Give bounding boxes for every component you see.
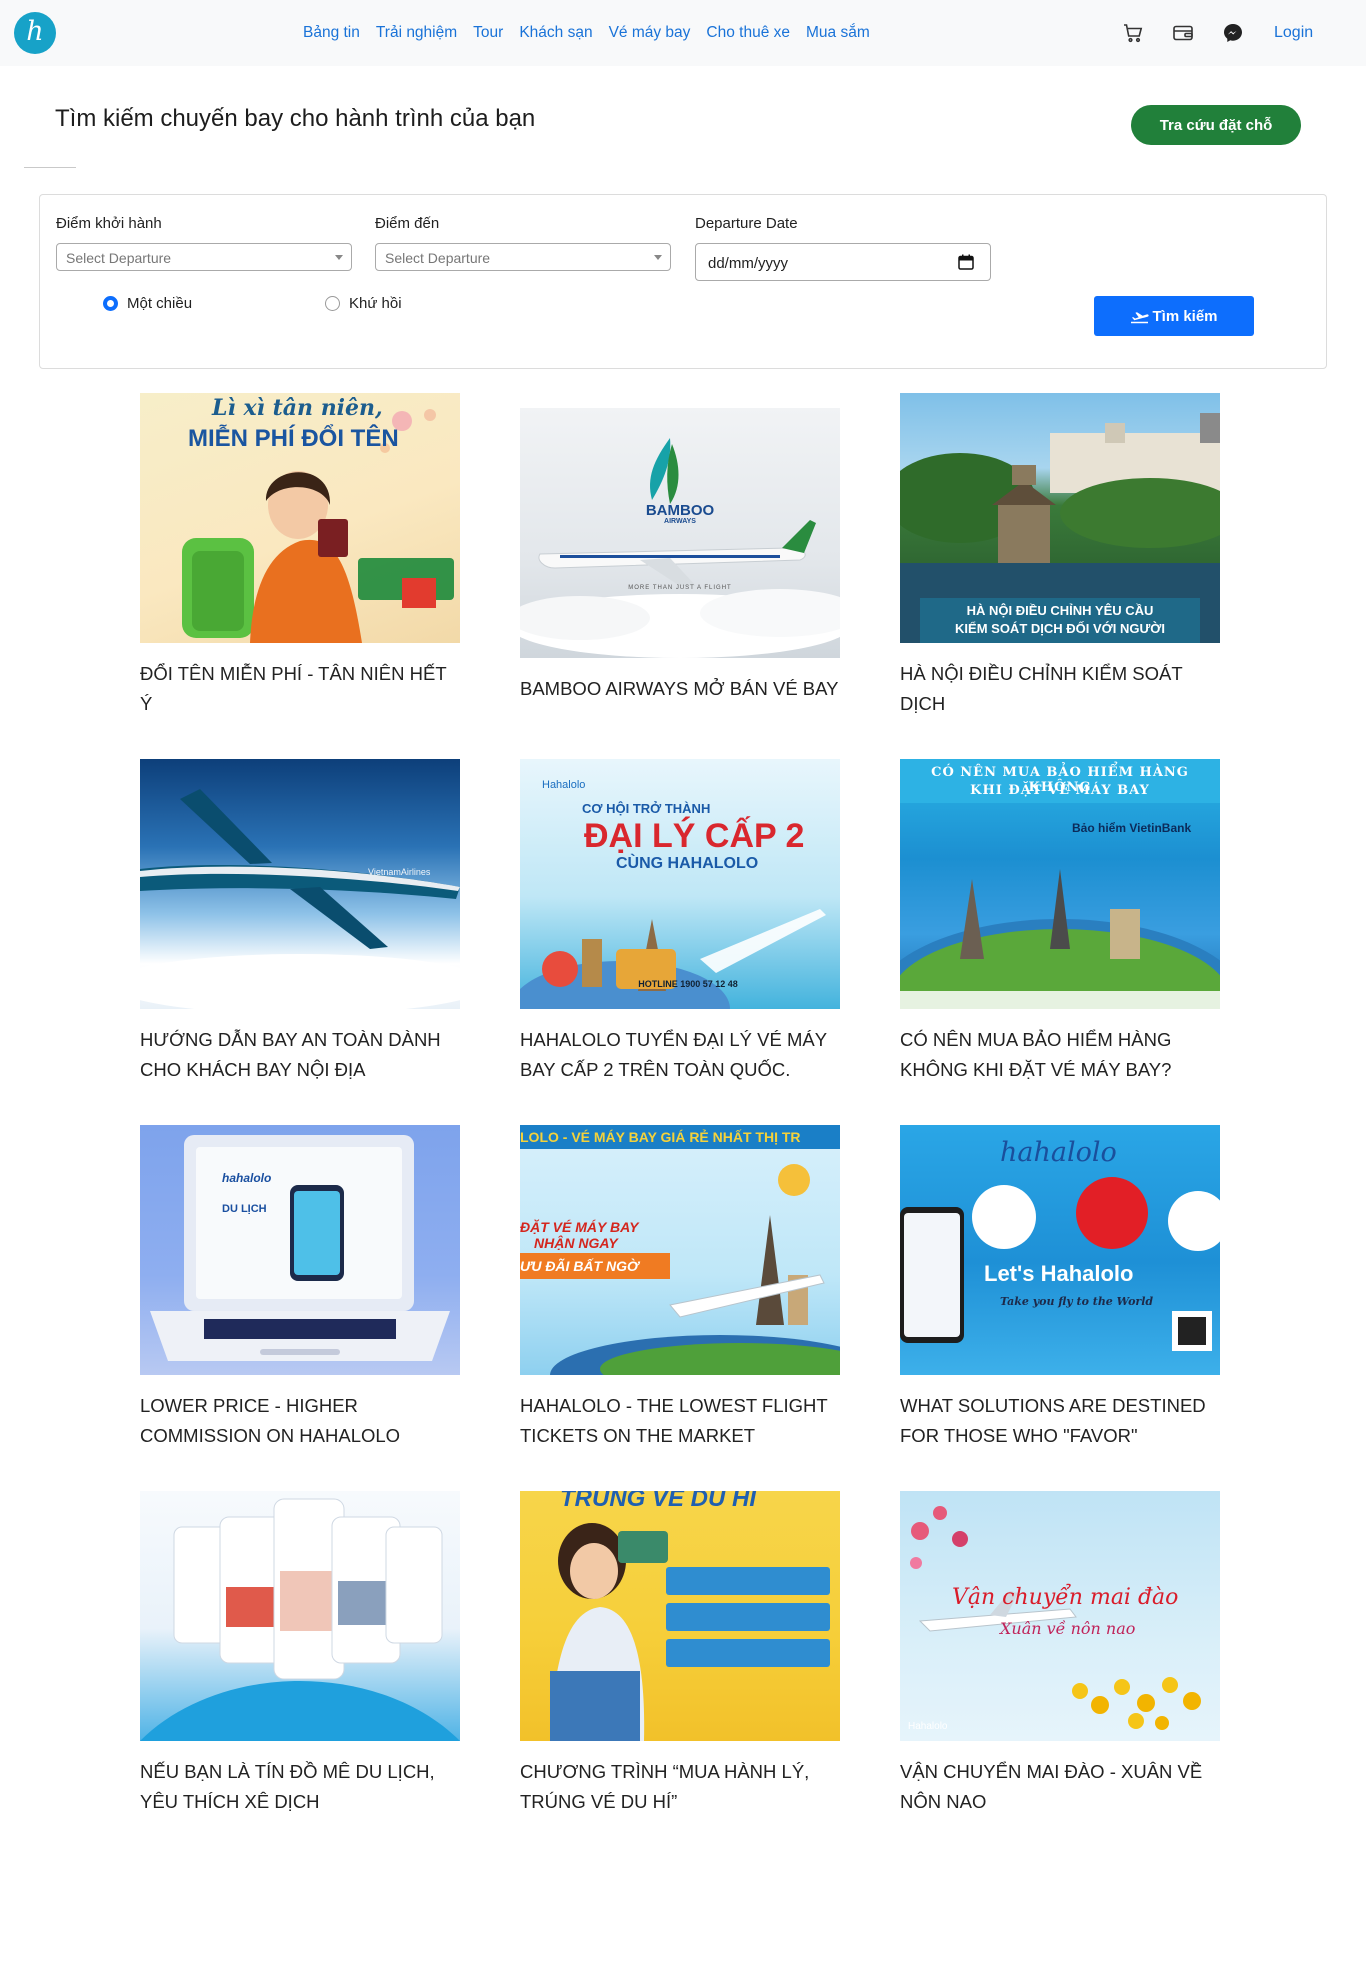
blossom-airplane-illustration [910,1506,1201,1730]
bamboo-airplane-illustration [520,438,840,658]
banner-subheading: MIỄN PHÍ ĐỔI TÊN [188,425,399,452]
article-image[interactable]: TRÚNG VÉ DU HÍ [520,1491,840,1741]
article-image[interactable]: Vận chuyển mai đào Xuân về nôn nao Hahal… [900,1491,1220,1741]
laptop-app-illustration [150,1135,450,1361]
vietnam-airlines-plane-illustration [140,789,460,1009]
banner-brand: Hahalolo [908,1721,948,1732]
flight-search-form: Điểm khởi hành Select Departure Điểm đến… [39,194,1327,369]
search-button-label: Tìm kiếm [1152,307,1218,325]
radio-dot[interactable] [325,296,340,311]
round-trip-label: Khứ hồi [349,295,402,312]
banner-brand: BAMBOO [645,502,715,519]
article-title[interactable]: HÀ NỘI ĐIỀU CHỈNH KIỂM SOÁT DỊCH [900,659,1220,719]
banner-brand: hahalolo [222,1171,272,1185]
article-image[interactable]: VietnamAirlines [140,759,460,1009]
cart-icon[interactable] [1121,21,1145,45]
travel-globe-illustration [520,909,826,1009]
article-image[interactable]: HÀ NỘI ĐIỀU CHỈNH YÊU CẦU KIỂM SOÁT DỊCH… [900,393,1220,643]
hahalolo-logo[interactable]: h [14,12,56,54]
article-title[interactable]: HAHALOLO TUYỂN ĐẠI LÝ VÉ MÁY BAY CẤP 2 T… [520,1025,840,1085]
article-image[interactable]: LOLO - VÉ MÁY BAY GIÁ RẺ NHẤT THỊ TR ĐẶT… [520,1125,840,1375]
article-title[interactable]: LOWER PRICE - HIGHER COMMISSION ON HAHAL… [140,1391,460,1451]
arrival-select[interactable]: Select Departure [375,243,671,271]
banner-brand-sub: AIRWAYS [664,518,696,525]
page-title: Tìm kiếm chuyến bay cho hành trình của b… [55,105,536,132]
banner-line-1: CƠ HỘI TRỞ THÀNH [582,801,711,816]
calendar-icon[interactable] [958,254,974,270]
article-title[interactable]: CHƯƠNG TRÌNH “MUA HÀNH LÝ, TRÚNG VÉ DU H… [520,1757,840,1817]
banner-headline: ĐẠI LÝ CẤP 2 [584,817,805,855]
departure-date-label: Departure Date [695,215,798,232]
banner-insurer: Bảo hiểm VietinBank [1072,821,1192,835]
nav-link-shopping[interactable]: Mua sắm [806,24,870,42]
airplane-icon [1131,312,1150,324]
departure-placeholder: Select Departure [66,250,172,266]
radio-one-way[interactable]: Một chiều [103,295,192,312]
article-title[interactable]: WHAT SOLUTIONS ARE DESTINED FOR THOSE WH… [900,1391,1220,1451]
nav-link-hotel[interactable]: Khách sạn [519,24,592,42]
banner-line-1: HÀ NỘI ĐIỀU CHỈNH YÊU CẦU [966,603,1154,618]
radio-dot-selected[interactable] [103,296,118,311]
banner-headline: TRÚNG VÉ DU HÍ [560,1491,757,1512]
login-link[interactable]: Login [1274,24,1313,42]
nav-link-tour[interactable]: Tour [473,24,503,42]
one-way-label: Một chiều [127,295,193,312]
article-title[interactable]: HAHALOLO - THE LOWEST FLIGHT TICKETS ON … [520,1391,840,1451]
nav-link-flights[interactable]: Vé máy bay [609,24,691,42]
banner-line-3: ƯU ĐÃI BẤT NGỜ [520,1258,639,1274]
article-title[interactable]: ĐỔI TÊN MIỄN PHÍ - TÂN NIÊN HẾT Ý [140,659,460,719]
wallet-icon[interactable] [1171,21,1195,45]
article-image[interactable]: hahalolo Let's Hahalolo Take you fly to … [900,1125,1220,1375]
departure-select[interactable]: Select Departure [56,243,352,271]
banner-strip: LOLO - VÉ MÁY BAY GIÁ RẺ NHẤT THỊ TR [520,1129,801,1145]
chevron-down-icon [654,255,662,260]
banner-line-2: NHẬN NGAY [534,1235,618,1251]
banner-brand: hahalolo [1000,1137,1117,1168]
banner-line-2: CÙNG HAHALOLO [616,855,759,872]
article-image[interactable]: Lì xì tân niên, MIỄN PHÍ ĐỔI TÊN [140,393,460,643]
traveler-promo-illustration [550,1523,830,1741]
banner-tagline: MORE THAN JUST A FLIGHT [628,585,732,591]
banner-tagline: Take you fly to the World [1000,1295,1154,1308]
nav-link-car-rental[interactable]: Cho thuê xe [706,24,790,42]
search-flights-button[interactable]: Tìm kiếm [1094,296,1254,336]
article-title[interactable]: VẬN CHUYỂN MAI ĐÀO - XUÂN VỀ NÔN NAO [900,1757,1220,1817]
article-image[interactable]: BAMBOO AIRWAYS MORE THAN JUST A FLIGHT [520,408,840,658]
banner-headline: Let's Hahalolo [984,1261,1134,1286]
banner-line-1: ĐẶT VÉ MÁY BAY [520,1219,639,1235]
messenger-icon[interactable] [1221,21,1245,45]
main-nav: Bảng tin Trải nghiệm Tour Khách sạn Vé m… [303,24,886,42]
banner-brand: Hahalolo [542,779,586,791]
banner-hotline: HOTLINE 1900 57 12 48 [638,979,738,989]
article-image[interactable]: Hahalolo CƠ HỘI TRỞ THÀNH ĐẠI LÝ CẤP 2 C… [520,759,840,1009]
article-title[interactable]: BAMBOO AIRWAYS MỞ BÁN VÉ BAY [520,674,840,704]
article-image[interactable]: hahalolo DU LỊCH [140,1125,460,1375]
banner-line: DU LỊCH [222,1203,267,1215]
airline-livery-text: VietnamAirlines [368,867,431,877]
departure-date-input[interactable]: dd/mm/yyyy [695,243,991,281]
nav-link-experience[interactable]: Trải nghiệm [376,24,457,42]
top-navbar: h Bảng tin Trải nghiệm Tour Khách sạn Vé… [0,0,1366,66]
chevron-down-icon [335,255,343,260]
radio-round-trip[interactable]: Khứ hồi [325,295,402,312]
banner-headline: Vận chuyển mai đào [952,1585,1179,1610]
article-title[interactable]: HƯỚNG DẪN BAY AN TOÀN DÀNH CHO KHÁCH BAY… [140,1025,460,1085]
banner-line-2: KHI ĐẶT VÉ MÁY BAY [970,783,1150,798]
banner-heading: Lì xì tân niên, [212,395,383,421]
arrival-label: Điểm đến [375,215,440,232]
article-image[interactable]: CÓ NÊN MUA BẢO HIỂM HÀNG KHÔNG KHI ĐẶT V… [900,759,1220,1009]
logo-letter: h [26,16,44,47]
title-divider [24,167,76,168]
nav-link-news[interactable]: Bảng tin [303,24,360,42]
article-title[interactable]: NẾU BẠN LÀ TÍN ĐỒ MÊ DU LỊCH, YÊU THÍCH … [140,1757,460,1817]
mobile-app-screens-illustration [140,1498,460,1741]
banner-line-2: KIỂM SOÁT DỊCH ĐỐI VỚI NGƯỜI [955,621,1165,636]
article-title[interactable]: CÓ NÊN MUA BẢO HIỂM HÀNG KHÔNG KHI ĐẶT V… [900,1025,1220,1085]
date-value: dd/mm/yyyy [708,255,789,272]
article-image[interactable] [140,1491,460,1741]
banner-subheadline: Xuân về nôn nao [1000,1619,1136,1638]
arrival-placeholder: Select Departure [385,250,491,266]
departure-label: Điểm khởi hành [56,215,162,232]
booking-lookup-button[interactable]: Tra cứu đặt chỗ [1131,105,1301,145]
